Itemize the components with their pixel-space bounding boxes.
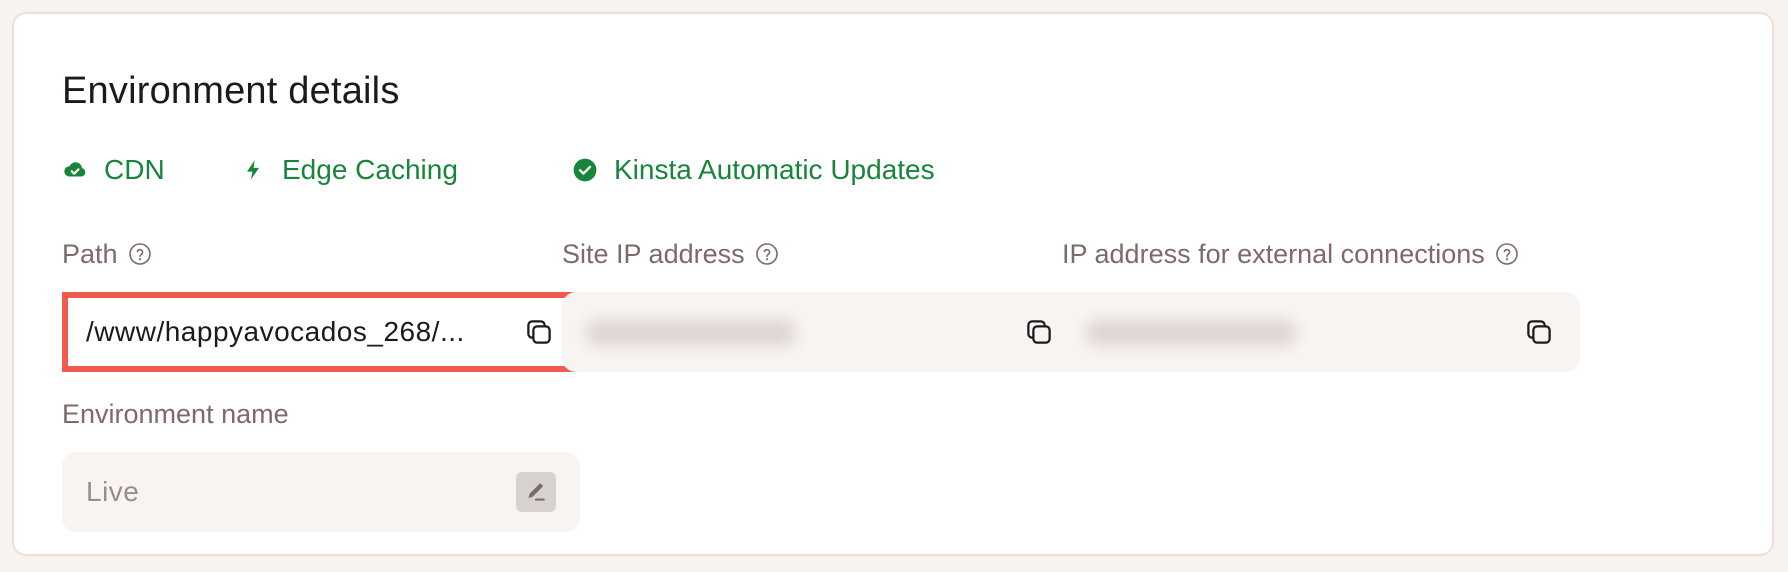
panel-title: Environment details bbox=[62, 70, 400, 112]
help-icon[interactable] bbox=[755, 242, 779, 266]
environment-name-field: Environment name Live bbox=[62, 396, 580, 532]
site-ip-input-box[interactable] bbox=[562, 292, 1080, 372]
feature-kinsta-automatic-updates: Kinsta Automatic Updates bbox=[572, 154, 935, 186]
site-ip-field: Site IP address bbox=[562, 236, 1080, 372]
feature-label: Kinsta Automatic Updates bbox=[614, 154, 935, 185]
environment-name-value: Live bbox=[86, 476, 140, 507]
help-icon[interactable] bbox=[1495, 242, 1519, 266]
environment-name-input-box[interactable]: Live bbox=[62, 452, 580, 532]
site-ip-value-redacted bbox=[586, 316, 1022, 348]
site-ip-label: Site IP address bbox=[562, 238, 745, 269]
path-field: Path /www/happyavocados_268/... bbox=[62, 236, 580, 372]
edit-icon[interactable] bbox=[516, 472, 556, 512]
external-ip-input-box[interactable] bbox=[1062, 292, 1580, 372]
external-ip-label: IP address for external connections bbox=[1062, 238, 1485, 269]
environment-details-card: Environment details CDN Edge Caching Kin… bbox=[12, 12, 1774, 556]
feature-label: CDN bbox=[104, 154, 165, 185]
external-ip-value-redacted bbox=[1086, 316, 1522, 348]
environment-name-label: Environment name bbox=[62, 398, 289, 429]
path-value: /www/happyavocados_268/... bbox=[86, 316, 465, 347]
check-circle-icon bbox=[572, 157, 598, 183]
help-icon[interactable] bbox=[128, 242, 152, 266]
feature-cdn: CDN bbox=[62, 154, 165, 186]
copy-icon[interactable] bbox=[1522, 315, 1556, 349]
copy-icon[interactable] bbox=[1022, 315, 1056, 349]
path-label: Path bbox=[62, 238, 118, 269]
feature-label: Edge Caching bbox=[282, 154, 458, 185]
cloud-check-icon bbox=[62, 157, 88, 183]
bolt-icon bbox=[240, 157, 266, 183]
feature-edge-caching: Edge Caching bbox=[240, 154, 458, 186]
external-ip-field: IP address for external connections bbox=[1062, 236, 1580, 372]
path-input-box[interactable]: /www/happyavocados_268/... bbox=[62, 292, 580, 372]
copy-icon[interactable] bbox=[522, 315, 556, 349]
